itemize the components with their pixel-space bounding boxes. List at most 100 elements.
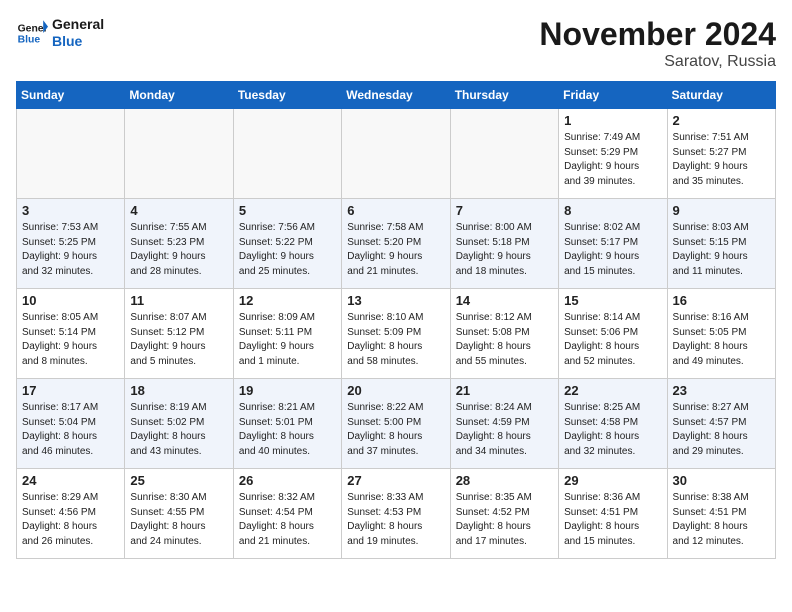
cell-text: Sunrise: 8:12 AM Sunset: 5:08 PM Dayligh…: [456, 311, 553, 369]
cell-text: Sunrise: 8:35 AM Sunset: 4:52 PM Dayligh…: [456, 491, 553, 549]
calendar-cell: 12 Sunrise: 8:09 AM Sunset: 5:11 PM Dayli…: [233, 289, 341, 379]
cell-text: Sunrise: 7:55 AM Sunset: 5:23 PM Dayligh…: [130, 221, 227, 279]
calendar-cell: 18Sunrise: 8:19 AM Sunset: 5:02 PM Dayli…: [125, 379, 233, 469]
weekday-header-wednesday: Wednesday: [342, 82, 450, 109]
day-number: 22: [564, 383, 661, 398]
cell-text: Sunrise: 8:32 AM Sunset: 4:54 PM Dayligh…: [239, 491, 336, 549]
calendar-cell: 20Sunrise: 8:22 AM Sunset: 5:00 PM Dayli…: [342, 379, 450, 469]
cell-text: Sunrise: 8:25 AM Sunset: 4:58 PM Dayligh…: [564, 401, 661, 459]
weekday-header-sunday: Sunday: [17, 82, 125, 109]
header-row: SundayMondayTuesdayWednesdayThursdayFrid…: [17, 82, 776, 109]
day-number: 28: [456, 473, 553, 488]
week-row-4: 17 Sunrise: 8:17 AM Sunset: 5:04 PM Dayli…: [17, 379, 776, 469]
day-number: 17: [22, 383, 119, 398]
calendar-cell: [125, 109, 233, 199]
calendar-cell: 25 Sunrise: 8:30 AM Sunset: 4:55 PM Dayli…: [125, 469, 233, 559]
calendar-cell: [342, 109, 450, 199]
day-number: 30: [673, 473, 770, 488]
location: Saratov, Russia: [539, 53, 776, 71]
cell-text: Sunrise: 7:51 AM Sunset: 5:27 PM Dayligh…: [673, 131, 770, 189]
day-number: 8: [564, 203, 661, 218]
day-number: 26: [239, 473, 336, 488]
day-number: 1: [564, 113, 661, 128]
calendar-cell: 1 Sunrise: 7:49 AM Sunset: 5:29 PM Daylig…: [559, 109, 667, 199]
day-number: 23: [673, 383, 770, 398]
calendar-cell: 15Sunrise: 8:14 AM Sunset: 5:06 PM Dayli…: [559, 289, 667, 379]
day-number: 16: [673, 293, 770, 308]
calendar-cell: 11 Sunrise: 8:07 AM Sunset: 5:12 PM Dayli…: [125, 289, 233, 379]
cell-text: Sunrise: 7:58 AM Sunset: 5:20 PM Dayligh…: [347, 221, 444, 279]
logo-icon: General Blue: [16, 17, 48, 49]
cell-text: Sunrise: 8:36 AM Sunset: 4:51 PM Dayligh…: [564, 491, 661, 549]
day-number: 12: [239, 293, 336, 308]
day-number: 18: [130, 383, 227, 398]
cell-text: Sunrise: 8:17 AM Sunset: 5:04 PM Dayligh…: [22, 401, 119, 459]
calendar-cell: 19Sunrise: 8:21 AM Sunset: 5:01 PM Dayli…: [233, 379, 341, 469]
cell-text: Sunrise: 8:07 AM Sunset: 5:12 PM Dayligh…: [130, 311, 227, 369]
day-number: 7: [456, 203, 553, 218]
calendar-cell: 28 Sunrise: 8:35 AM Sunset: 4:52 PM Dayli…: [450, 469, 558, 559]
calendar-cell: 7Sunrise: 8:00 AM Sunset: 5:18 PM Daylig…: [450, 199, 558, 289]
calendar-cell: 27 Sunrise: 8:33 AM Sunset: 4:53 PM Dayli…: [342, 469, 450, 559]
calendar-cell: 17 Sunrise: 8:17 AM Sunset: 5:04 PM Dayli…: [17, 379, 125, 469]
day-number: 13: [347, 293, 444, 308]
calendar-cell: 10 Sunrise: 8:05 AM Sunset: 5:14 PM Dayli…: [17, 289, 125, 379]
weekday-header-friday: Friday: [559, 82, 667, 109]
day-number: 25: [130, 473, 227, 488]
day-number: 29: [564, 473, 661, 488]
cell-text: Sunrise: 8:27 AM Sunset: 4:57 PM Dayligh…: [673, 401, 770, 459]
calendar-cell: 21 Sunrise: 8:24 AM Sunset: 4:59 PM Dayli…: [450, 379, 558, 469]
day-number: 10: [22, 293, 119, 308]
day-number: 11: [130, 293, 227, 308]
svg-text:Blue: Blue: [18, 34, 41, 45]
cell-text: Sunrise: 8:16 AM Sunset: 5:05 PM Dayligh…: [673, 311, 770, 369]
logo: General Blue General Blue: [16, 16, 104, 50]
day-number: 27: [347, 473, 444, 488]
calendar-cell: 4 Sunrise: 7:55 AM Sunset: 5:23 PM Daylig…: [125, 199, 233, 289]
cell-text: Sunrise: 7:53 AM Sunset: 5:25 PM Dayligh…: [22, 221, 119, 279]
cell-text: Sunrise: 8:10 AM Sunset: 5:09 PM Dayligh…: [347, 311, 444, 369]
calendar-cell: [17, 109, 125, 199]
cell-text: Sunrise: 8:30 AM Sunset: 4:55 PM Dayligh…: [130, 491, 227, 549]
weekday-header-thursday: Thursday: [450, 82, 558, 109]
cell-text: Sunrise: 7:49 AM Sunset: 5:29 PM Dayligh…: [564, 131, 661, 189]
calendar-cell: 6Sunrise: 7:58 AM Sunset: 5:20 PM Daylig…: [342, 199, 450, 289]
day-number: 14: [456, 293, 553, 308]
calendar-cell: 9Sunrise: 8:03 AM Sunset: 5:15 PM Daylig…: [667, 199, 775, 289]
day-number: 20: [347, 383, 444, 398]
calendar-cell: 26 Sunrise: 8:32 AM Sunset: 4:54 PM Dayli…: [233, 469, 341, 559]
week-row-2: 3 Sunrise: 7:53 AM Sunset: 5:25 PM Daylig…: [17, 199, 776, 289]
calendar-cell: 29 Sunrise: 8:36 AM Sunset: 4:51 PM Dayli…: [559, 469, 667, 559]
cell-text: Sunrise: 8:38 AM Sunset: 4:51 PM Dayligh…: [673, 491, 770, 549]
calendar-cell: 8Sunrise: 8:02 AM Sunset: 5:17 PM Daylig…: [559, 199, 667, 289]
page-header: General Blue General Blue November 2024 …: [16, 16, 776, 71]
cell-text: Sunrise: 8:24 AM Sunset: 4:59 PM Dayligh…: [456, 401, 553, 459]
calendar-cell: [233, 109, 341, 199]
cell-text: Sunrise: 7:56 AM Sunset: 5:22 PM Dayligh…: [239, 221, 336, 279]
day-number: 4: [130, 203, 227, 218]
calendar-cell: 30 Sunrise: 8:38 AM Sunset: 4:51 PM Dayli…: [667, 469, 775, 559]
weekday-header-saturday: Saturday: [667, 82, 775, 109]
week-row-1: 1 Sunrise: 7:49 AM Sunset: 5:29 PM Daylig…: [17, 109, 776, 199]
calendar-cell: 13 Sunrise: 8:10 AM Sunset: 5:09 PM Dayli…: [342, 289, 450, 379]
cell-text: Sunrise: 8:29 AM Sunset: 4:56 PM Dayligh…: [22, 491, 119, 549]
calendar-table: SundayMondayTuesdayWednesdayThursdayFrid…: [16, 81, 776, 559]
week-row-3: 10 Sunrise: 8:05 AM Sunset: 5:14 PM Dayli…: [17, 289, 776, 379]
day-number: 3: [22, 203, 119, 218]
calendar-cell: 14 Sunrise: 8:12 AM Sunset: 5:08 PM Dayli…: [450, 289, 558, 379]
day-number: 21: [456, 383, 553, 398]
logo-blue-text: Blue: [52, 33, 104, 50]
logo-general-text: General: [52, 16, 104, 33]
calendar-cell: 2 Sunrise: 7:51 AM Sunset: 5:27 PM Daylig…: [667, 109, 775, 199]
day-number: 2: [673, 113, 770, 128]
weekday-header-monday: Monday: [125, 82, 233, 109]
title-block: November 2024 Saratov, Russia: [539, 16, 776, 71]
cell-text: Sunrise: 8:09 AM Sunset: 5:11 PM Dayligh…: [239, 311, 336, 369]
cell-text: Sunrise: 8:03 AM Sunset: 5:15 PM Dayligh…: [673, 221, 770, 279]
calendar-cell: 3 Sunrise: 7:53 AM Sunset: 5:25 PM Daylig…: [17, 199, 125, 289]
cell-text: Sunrise: 8:05 AM Sunset: 5:14 PM Dayligh…: [22, 311, 119, 369]
cell-text: Sunrise: 8:33 AM Sunset: 4:53 PM Dayligh…: [347, 491, 444, 549]
calendar-cell: 23 Sunrise: 8:27 AM Sunset: 4:57 PM Dayli…: [667, 379, 775, 469]
cell-text: Sunrise: 8:14 AM Sunset: 5:06 PM Dayligh…: [564, 311, 661, 369]
month-title: November 2024: [539, 16, 776, 53]
